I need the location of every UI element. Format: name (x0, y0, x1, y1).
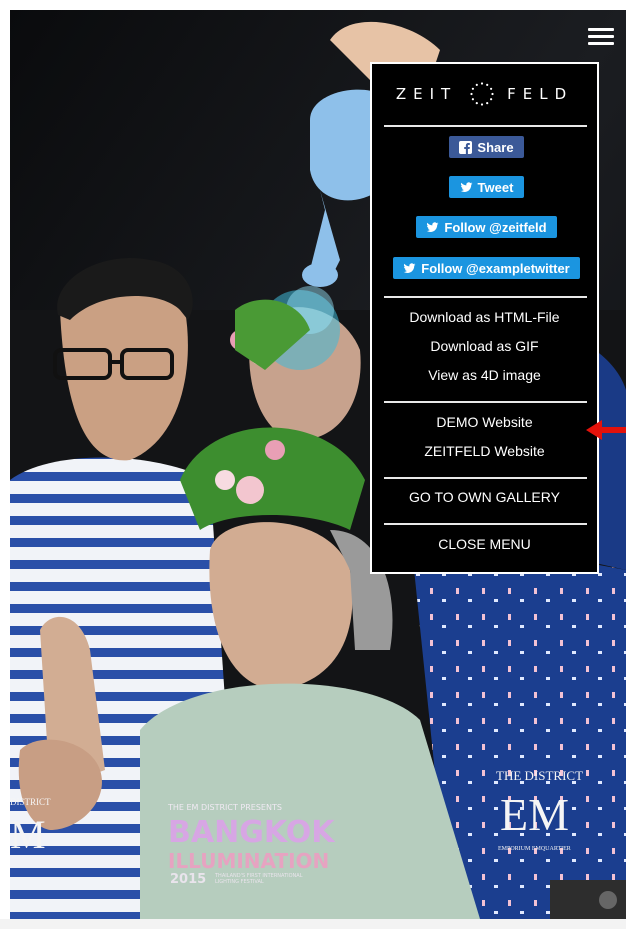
follow-example-label: Follow @exampletwitter (421, 260, 570, 276)
download-gif-link[interactable]: Download as GIF (372, 338, 597, 354)
poster-year: 2015 (170, 872, 206, 887)
zeitfeld-logo: ZEIT FELD (372, 79, 597, 109)
own-gallery-link[interactable]: GO TO OWN GALLERY (372, 489, 597, 505)
logo-word-left: ZEIT (395, 85, 458, 103)
close-menu-link[interactable]: CLOSE MENU (372, 536, 597, 552)
hamburger-line (588, 35, 614, 38)
zeitfeld-website-link[interactable]: ZEITFELD Website (372, 443, 597, 459)
facebook-share-button[interactable]: Share (449, 136, 524, 158)
share-label: Share (477, 139, 514, 155)
twitter-bird-icon (403, 262, 416, 273)
menu-divider (384, 523, 587, 525)
menu-divider (384, 125, 587, 127)
red-arrow-icon (586, 420, 626, 440)
em-logo-big: EM (500, 789, 569, 840)
side-menu: ZEIT FELD Share Tweet Follow @zeitfeld F… (370, 62, 599, 574)
bottom-bar (0, 919, 626, 929)
download-html-link[interactable]: Download as HTML-File (372, 309, 597, 325)
poster-title-2: ILLUMINATION (168, 849, 329, 873)
view-4d-link[interactable]: View as 4D image (372, 367, 597, 383)
twitter-bird-icon (460, 181, 473, 192)
hamburger-line (588, 28, 614, 31)
menu-divider (384, 477, 587, 479)
left-em-small: DISTRICT (10, 797, 51, 807)
logo-word-right: FELD (507, 85, 574, 103)
facebook-icon (459, 140, 473, 154)
left-em-big: M (10, 812, 46, 857)
follow-zeitfeld-button[interactable]: Follow @zeitfeld (416, 216, 557, 238)
poster-presenter-text: THE EM DISTRICT PRESENTS (167, 803, 282, 812)
hamburger-menu-icon[interactable] (588, 28, 614, 48)
menu-divider (384, 401, 587, 403)
em-logo-small: THE DISTRICT (496, 768, 583, 783)
logo-ring-icon (470, 82, 494, 106)
tweet-label: Tweet (477, 179, 514, 195)
demo-website-link[interactable]: DEMO Website (372, 414, 597, 430)
tweet-button[interactable]: Tweet (449, 176, 524, 198)
poster-tagline-2: LIGHTING FESTIVAL (215, 879, 264, 885)
follow-zeitfeld-label: Follow @zeitfeld (444, 219, 547, 235)
twitter-bird-icon (426, 221, 439, 232)
menu-divider (384, 296, 587, 298)
em-logo-sub: EMPORIUM EMQUARTIER (498, 846, 571, 852)
follow-example-button[interactable]: Follow @exampletwitter (393, 257, 580, 279)
hamburger-line (588, 42, 614, 45)
poster-title-1: BANGKOK (168, 815, 336, 850)
